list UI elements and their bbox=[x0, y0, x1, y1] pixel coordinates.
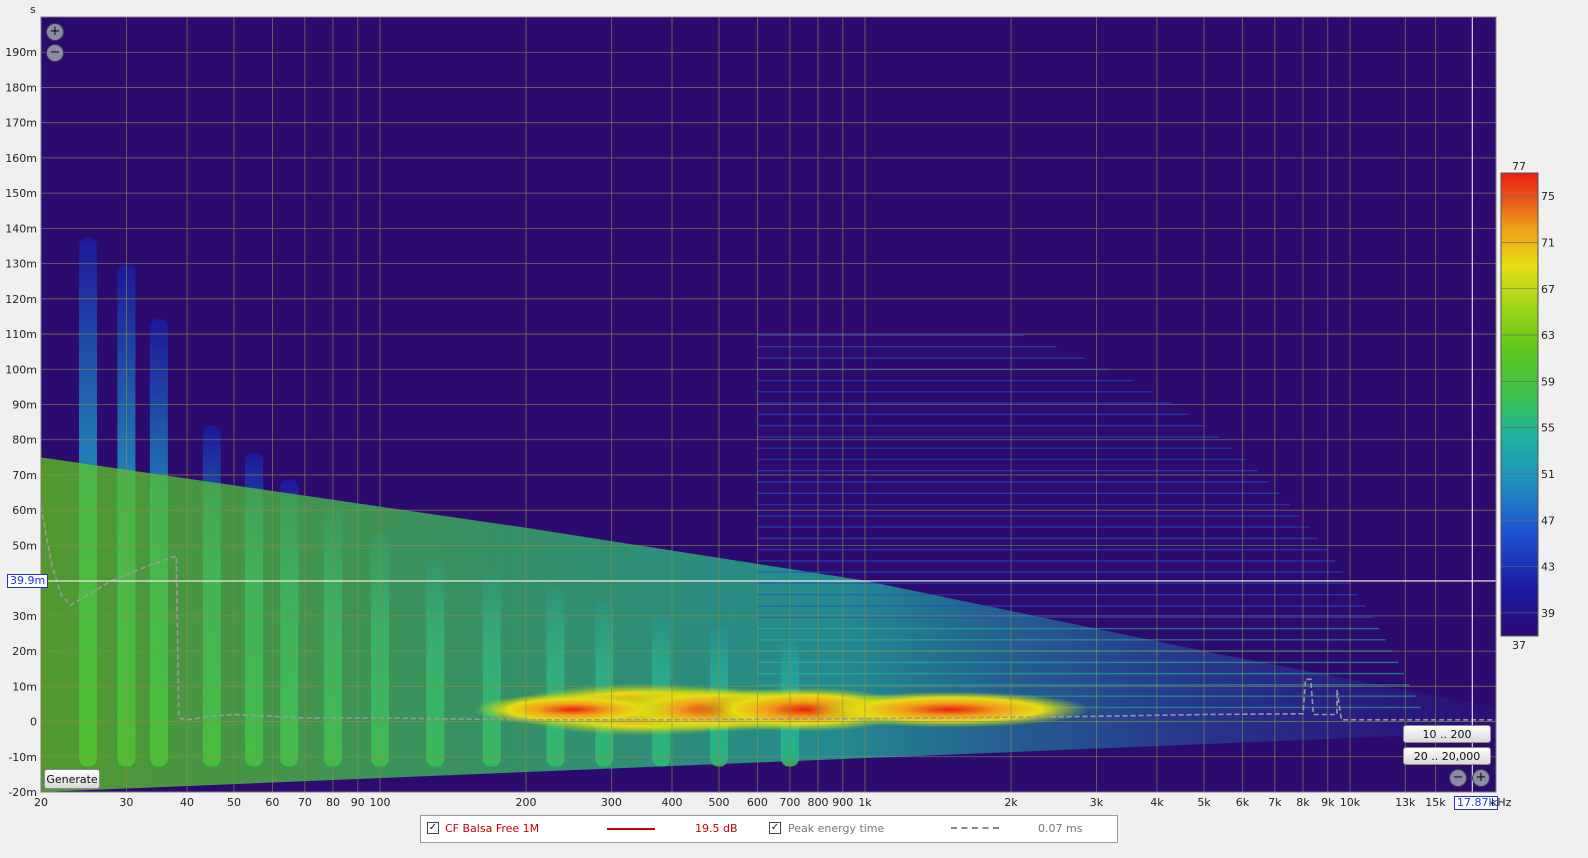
freq-range-button[interactable]: 20 .. 20,000 bbox=[1403, 747, 1491, 765]
y-tick-label: 160m bbox=[5, 152, 37, 165]
series-2-name: Peak energy time bbox=[788, 822, 885, 835]
series-1-swatch bbox=[607, 828, 655, 830]
x-tick-label: 15k bbox=[1425, 796, 1446, 809]
x-tick-label: 90 bbox=[351, 796, 365, 809]
x-tick-label: 6k bbox=[1236, 796, 1250, 809]
x-tick-label: 1k bbox=[858, 796, 872, 809]
x-tick-label: 400 bbox=[661, 796, 682, 809]
colorbar-tick-label: 39 bbox=[1541, 607, 1555, 620]
y-tick-label: 80m bbox=[12, 434, 37, 447]
x-tick-label: 60 bbox=[265, 796, 279, 809]
y-tick-label: 30m bbox=[12, 610, 37, 623]
heat-hotspot bbox=[473, 693, 674, 726]
y-tick-label: 90m bbox=[12, 399, 37, 412]
y-tick-label: 130m bbox=[5, 258, 37, 271]
colorbar-max-label: 77 bbox=[1512, 160, 1526, 173]
x-tick-label: 3k bbox=[1090, 796, 1104, 809]
generate-button[interactable]: Generate bbox=[44, 769, 100, 789]
x-tick-label: 13k bbox=[1395, 796, 1416, 809]
colorbar-tick-label: 67 bbox=[1541, 283, 1555, 296]
zoom-in-y-icon[interactable]: + bbox=[46, 23, 64, 41]
zoom-out-x-icon[interactable]: − bbox=[1449, 769, 1467, 787]
x-unit-label: kHz bbox=[1491, 796, 1512, 809]
series-1-name: CF Balsa Free 1M bbox=[445, 822, 540, 835]
colorbar-tick-label: 59 bbox=[1541, 375, 1555, 388]
x-tick-label: 8k bbox=[1296, 796, 1310, 809]
time-cursor-readout: 39.9m bbox=[7, 574, 49, 588]
zoom-out-y-icon[interactable]: − bbox=[46, 44, 64, 62]
y-tick-label: 110m bbox=[5, 328, 37, 341]
x-tick-label: 50 bbox=[227, 796, 241, 809]
x-tick-label: 100 bbox=[370, 796, 391, 809]
x-tick-label: 10k bbox=[1340, 796, 1361, 809]
y-tick-label: 150m bbox=[5, 187, 37, 200]
time-range-button[interactable]: 10 .. 200 bbox=[1403, 725, 1491, 743]
x-tick-label: 30 bbox=[119, 796, 133, 809]
series-1-value: 19.5 dB bbox=[695, 822, 738, 835]
x-axis-ticks: 20 30 40 50 60 70 80 90 100 200 300 400 500 600 700 800… bbox=[34, 796, 1446, 809]
colorbar-tick-label: 47 bbox=[1541, 514, 1555, 527]
colorbar-tick-label: 71 bbox=[1541, 236, 1555, 249]
x-tick-label: 2k bbox=[1004, 796, 1018, 809]
legend-panel: ✓ CF Balsa Free 1M 19.5 dB ✓ Peak energy… bbox=[420, 815, 1118, 843]
x-tick-label: 800 bbox=[807, 796, 828, 809]
x-tick-label: 5k bbox=[1197, 796, 1211, 809]
colorbar-tick-label: 75 bbox=[1541, 190, 1555, 203]
colorbar-tick-label: 63 bbox=[1541, 329, 1555, 342]
spectrogram-chart[interactable]: s 190m 180m 170m 160m 150m 140m 130m 120m 110m 10… bbox=[0, 0, 1588, 858]
x-tick-label: 7k bbox=[1268, 796, 1282, 809]
x-tick-label: 200 bbox=[516, 796, 537, 809]
y-tick-label: 10m bbox=[12, 680, 37, 693]
y-tick-label: 120m bbox=[5, 293, 37, 306]
y-tick-label: 170m bbox=[5, 117, 37, 130]
x-tick-label: 600 bbox=[747, 796, 768, 809]
colorbar-min-label: 37 bbox=[1512, 639, 1526, 652]
x-tick-label: 80 bbox=[326, 796, 340, 809]
zoom-in-x-icon[interactable]: + bbox=[1472, 769, 1490, 787]
x-tick-label: 900 bbox=[832, 796, 853, 809]
colorbar-tick-label: 43 bbox=[1541, 561, 1555, 574]
y-tick-label: 140m bbox=[5, 222, 37, 235]
y-tick-label: 180m bbox=[5, 81, 37, 94]
y-tick-label: -20m bbox=[8, 786, 37, 799]
x-tick-label: 20 bbox=[34, 796, 48, 809]
y-tick-label: 60m bbox=[12, 504, 37, 517]
x-tick-label: 300 bbox=[601, 796, 622, 809]
y-tick-label: 0 bbox=[30, 716, 37, 729]
x-tick-label: 4k bbox=[1150, 796, 1164, 809]
heat-hotspot bbox=[810, 691, 1091, 728]
colorbar-tick-label: 55 bbox=[1541, 422, 1555, 435]
x-tick-label: 500 bbox=[709, 796, 730, 809]
y-tick-label: -10m bbox=[8, 751, 37, 764]
x-tick-label: 40 bbox=[180, 796, 194, 809]
y-tick-label: 100m bbox=[5, 363, 37, 376]
y-tick-label: 20m bbox=[12, 645, 37, 658]
y-axis-ticks: 190m 180m 170m 160m 150m 140m 130m 120m 110m 100m… bbox=[5, 46, 37, 799]
x-tick-label: 70 bbox=[298, 796, 312, 809]
y-tick-label: 190m bbox=[5, 46, 37, 59]
series-2-checkbox[interactable]: ✓ bbox=[769, 822, 781, 834]
colorbar-tick-label: 51 bbox=[1541, 468, 1555, 481]
y-tick-label: 50m bbox=[12, 539, 37, 552]
series-2-swatch bbox=[951, 827, 999, 829]
x-tick-label: 700 bbox=[779, 796, 800, 809]
series-1-checkbox[interactable]: ✓ bbox=[427, 822, 439, 834]
y-tick-label: 70m bbox=[12, 469, 37, 482]
series-2-value: 0.07 ms bbox=[1038, 822, 1083, 835]
x-tick-label: 9k bbox=[1321, 796, 1335, 809]
y-unit-label: s bbox=[30, 3, 36, 16]
